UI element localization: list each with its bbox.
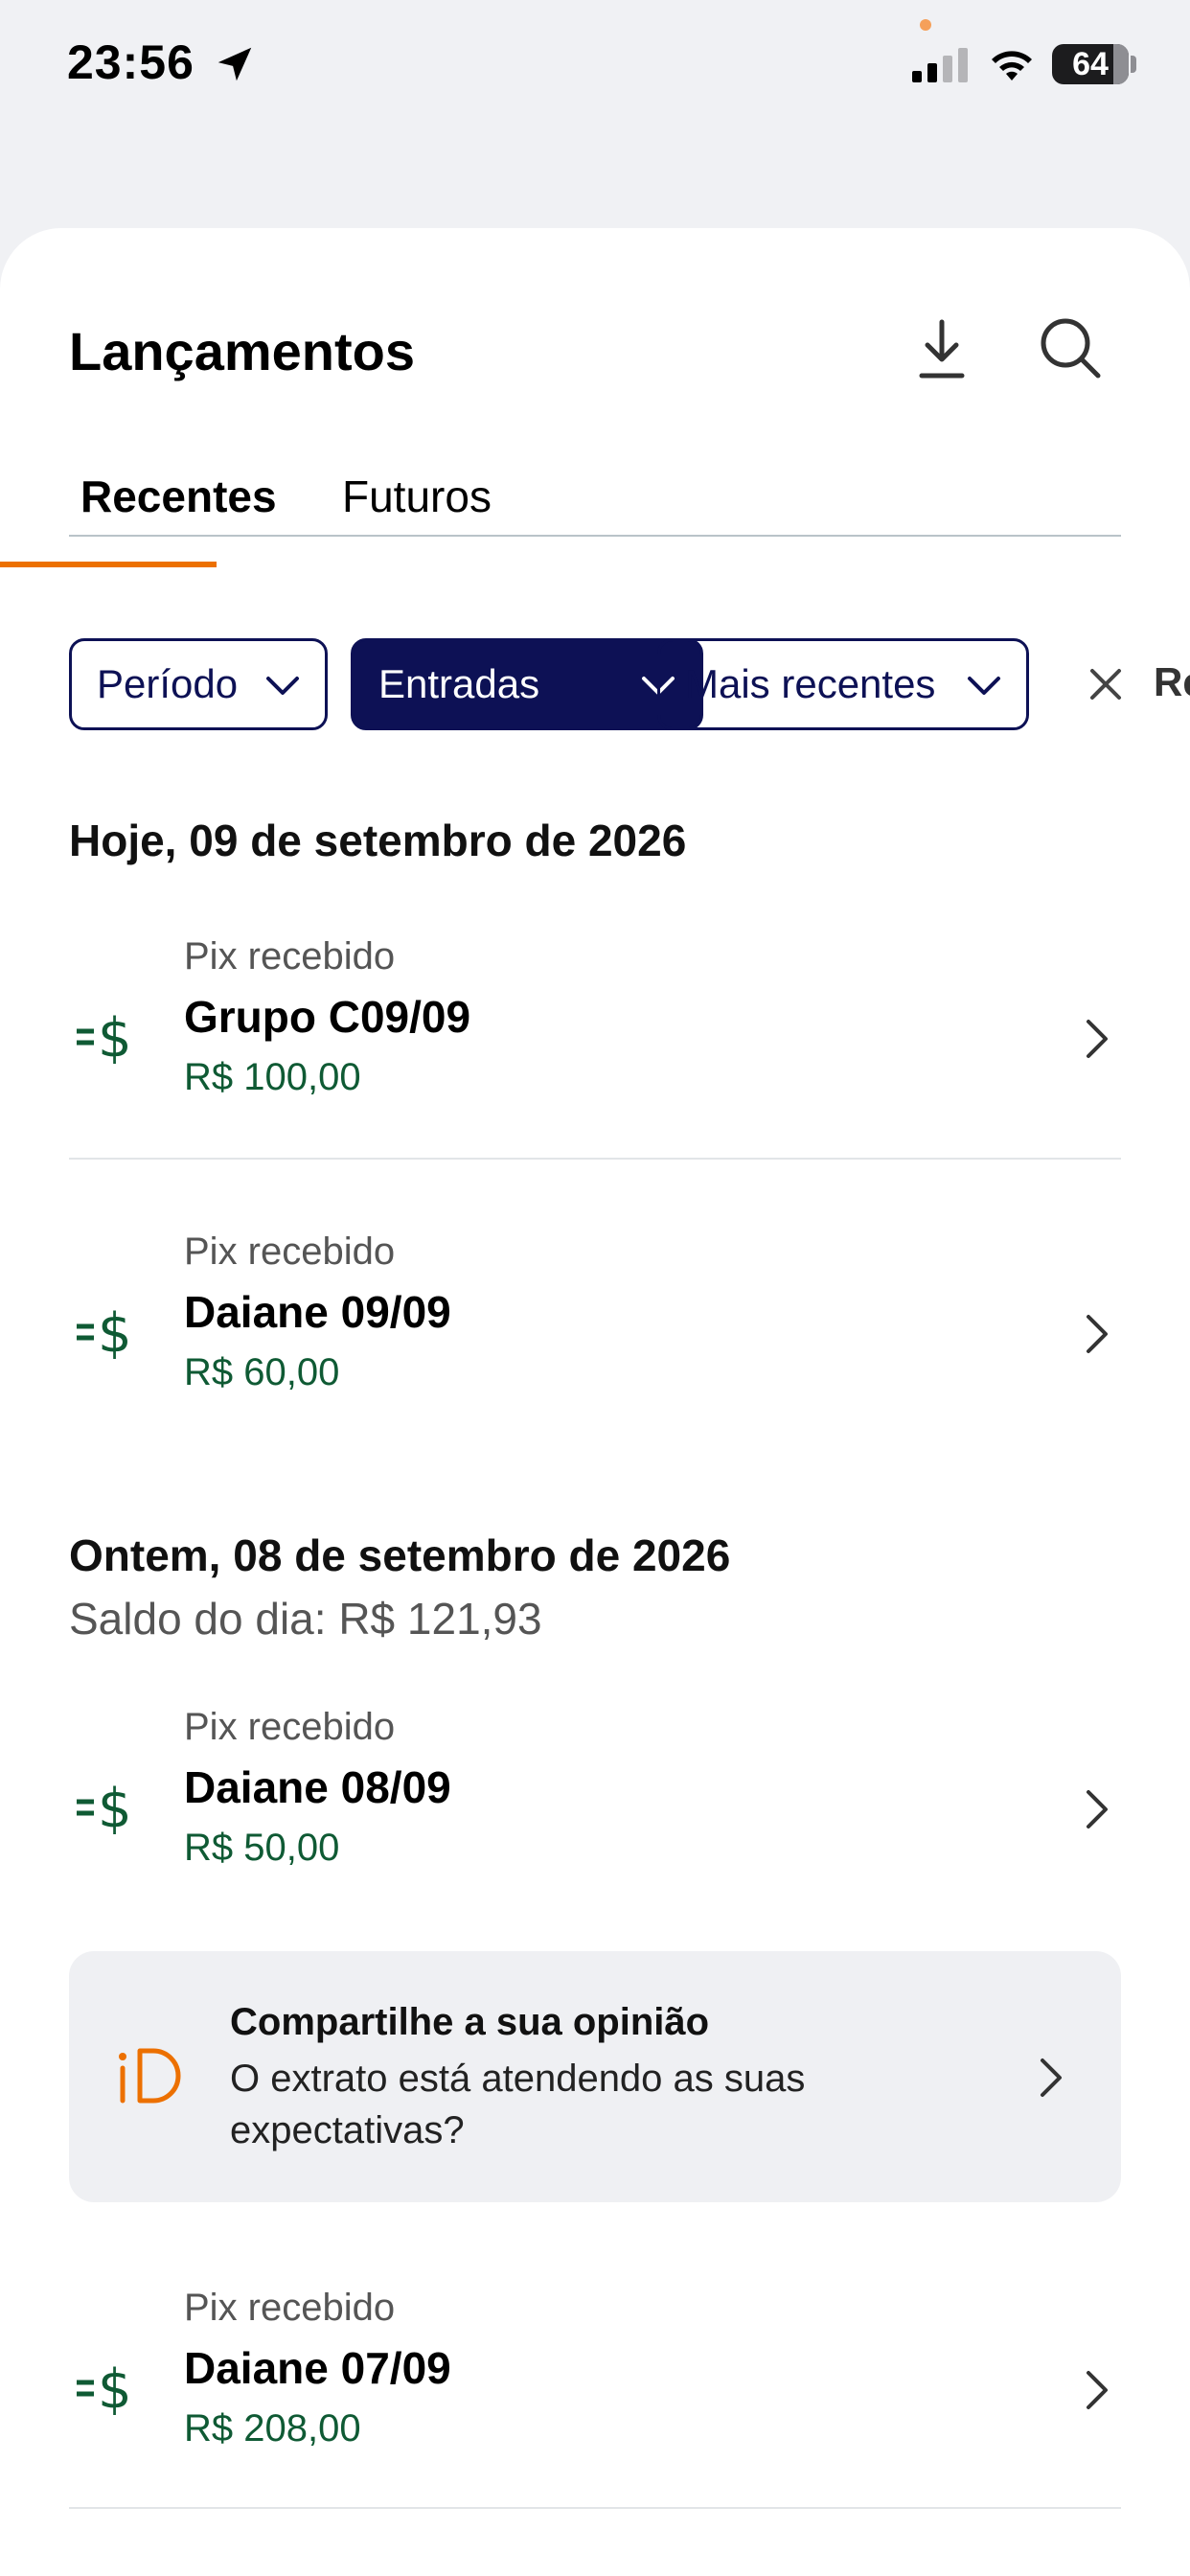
transaction-type: Pix recebido (184, 2287, 396, 2329)
chevron-right-icon (1087, 2371, 1108, 2409)
transaction-type: Pix recebido (184, 1230, 396, 1273)
location-arrow-icon (217, 47, 252, 81)
periodo-filter-chip[interactable]: Período (69, 638, 328, 730)
ordenacao-filter-chip[interactable]: Mais recentes (657, 638, 1029, 730)
feedback-card[interactable]: Compartilhe a sua opinião O extrato está… (69, 1951, 1121, 2202)
row-divider (69, 2507, 1121, 2509)
transaction-type: Pix recebido (184, 935, 396, 978)
feedback-title: Compartilhe a sua opinião (230, 2001, 710, 2043)
transaction-row[interactable]: $ Pix recebido Daiane 08/09 R$ 50,00 (69, 1696, 1121, 1945)
tab-recentes[interactable]: Recentes (80, 468, 277, 535)
chevron-right-icon (1087, 1315, 1108, 1353)
clear-filters-icon[interactable] (1087, 665, 1125, 703)
chevron-right-icon (1087, 1790, 1108, 1828)
entradas-filter-label: Entradas (378, 661, 540, 706)
transaction-name: Daiane 08/09 (184, 1762, 451, 1812)
itau-id-icon (119, 2048, 181, 2104)
transaction-name: Daiane 09/09 (184, 1287, 451, 1337)
sheet-content: Recentes Futuros Período Entradas Mais r… (0, 228, 1190, 2576)
money-in-icon: $ (77, 1010, 132, 1064)
money-in-icon: $ (77, 2361, 132, 2415)
row-divider (69, 1158, 1121, 1160)
transaction-row[interactable]: $ Pix recebido Grupo C09/09 R$ 100,00 (69, 926, 1121, 1175)
battery-cap (1131, 56, 1136, 73)
battery-empty-portion (1113, 44, 1129, 84)
status-time: 23:56 (67, 35, 195, 89)
chevron-right-icon (1087, 1020, 1108, 1058)
transaction-name: Grupo C09/09 (184, 992, 471, 1042)
transaction-name: Daiane 07/09 (184, 2343, 451, 2393)
svg-text:$: $ (98, 1305, 132, 1359)
periodo-filter-label: Período (97, 661, 239, 706)
clear-filters-label[interactable]: Re (1154, 659, 1190, 705)
wifi-icon (992, 51, 1032, 80)
money-in-icon: $ (77, 1305, 132, 1359)
transaction-type: Pix recebido (184, 1706, 396, 1748)
chevron-right-icon (1041, 2058, 1062, 2097)
battery-level: 64 (1072, 45, 1109, 82)
svg-text:$: $ (98, 1781, 132, 1834)
active-tab-indicator (0, 562, 217, 567)
transaction-amount: R$ 50,00 (184, 1827, 340, 1869)
status-bar: 23:56 64 (0, 0, 1190, 125)
transaction-amount: R$ 208,00 (184, 2407, 361, 2450)
day-header: Hoje, 09 de setembro de 2026 (69, 816, 687, 865)
transaction-row[interactable]: $ Pix recebido Daiane 07/09 R$ 208,00 (69, 2277, 1121, 2526)
battery-indicator: 64 (1052, 44, 1129, 84)
chevron-down-icon (266, 677, 299, 695)
day-header: Ontem, 08 de setembro de 2026 (69, 1530, 731, 1580)
svg-text:$: $ (98, 2361, 132, 2415)
money-in-icon: $ (77, 1781, 132, 1834)
feedback-text: O extrato está atendendo as suas expecta… (230, 2058, 806, 2151)
privacy-indicator-dot (920, 19, 931, 31)
tab-bar: Recentes Futuros (69, 468, 1121, 537)
transaction-amount: R$ 60,00 (184, 1351, 340, 1393)
transaction-amount: R$ 100,00 (184, 1056, 361, 1098)
entradas-filter-chip[interactable]: Entradas (351, 638, 703, 730)
svg-text:$: $ (98, 1010, 132, 1064)
ordenacao-filter-label: Mais recentes (685, 661, 936, 706)
tab-futuros[interactable]: Futuros (342, 468, 492, 535)
chevron-down-icon (968, 677, 1000, 695)
day-balance: Saldo do dia: R$ 121,93 (69, 1594, 542, 1644)
transaction-row[interactable]: $ Pix recebido Daiane 09/09 R$ 60,00 (69, 1221, 1121, 1470)
cellular-signal-icon (912, 48, 968, 82)
